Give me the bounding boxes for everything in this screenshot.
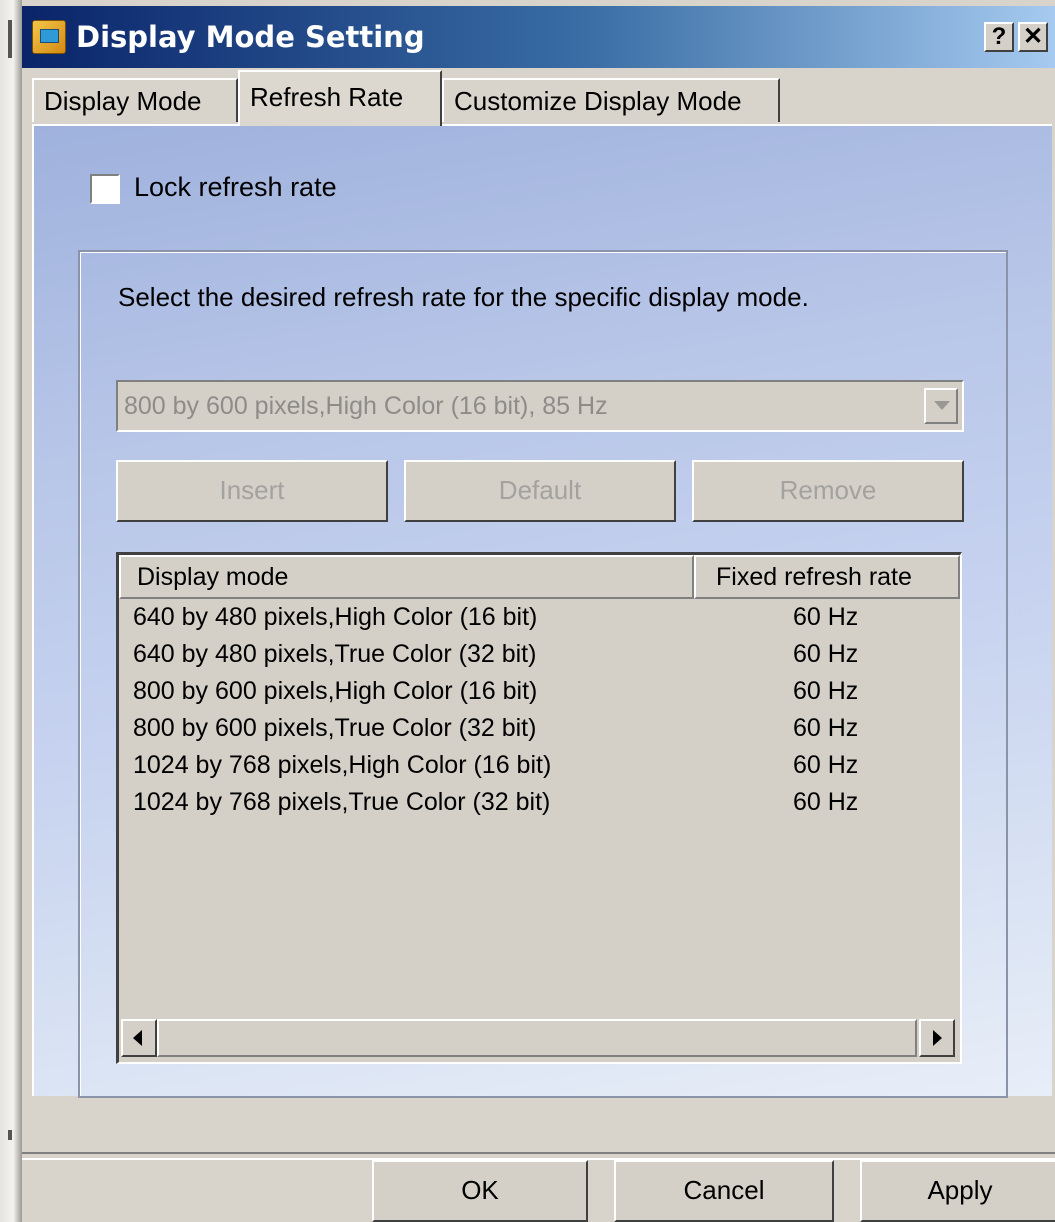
- row-refresh-rate: 60 Hz: [793, 751, 859, 779]
- tab-strip: Display Mode Refresh Rate Customize Disp…: [22, 70, 1055, 126]
- display-settings-icon: [32, 20, 66, 54]
- scroll-right-icon[interactable]: [919, 1019, 955, 1057]
- row-display-mode: 1024 by 768 pixels,True Color (32 bit): [133, 788, 551, 816]
- default-button[interactable]: Default: [404, 460, 676, 522]
- ok-button[interactable]: OK: [372, 1160, 588, 1222]
- scrollbar-thumb[interactable]: [157, 1019, 917, 1057]
- edge-mark: [8, 1130, 12, 1140]
- list-rows: 640 by 480 pixels,High Color (16 bit) 60…: [119, 599, 960, 821]
- chevron-down-icon[interactable]: [924, 388, 958, 424]
- tab-display-mode[interactable]: Display Mode: [32, 78, 238, 122]
- list-item[interactable]: 640 by 480 pixels,True Color (32 bit) 60…: [119, 636, 960, 673]
- list-item[interactable]: 1024 by 768 pixels,True Color (32 bit) 6…: [119, 784, 960, 821]
- tab-customize-display-mode[interactable]: Customize Display Mode: [442, 78, 780, 122]
- row-display-mode: 800 by 600 pixels,High Color (16 bit): [133, 677, 538, 705]
- instruction-text: Select the desired refresh rate for the …: [118, 282, 809, 312]
- insert-button[interactable]: Insert: [116, 460, 388, 522]
- help-button[interactable]: ?: [984, 22, 1014, 52]
- edge-mark: [8, 20, 12, 58]
- background-window-edge: [0, 0, 22, 1222]
- refresh-rate-group: Select the desired refresh rate for the …: [78, 250, 1008, 1098]
- list-item[interactable]: 800 by 600 pixels,High Color (16 bit) 60…: [119, 673, 960, 710]
- display-mode-list[interactable]: Display mode Fixed refresh rate 640 by 4…: [116, 552, 962, 1064]
- row-refresh-rate: 60 Hz: [793, 603, 859, 631]
- row-refresh-rate: 60 Hz: [793, 714, 859, 742]
- row-refresh-rate: 60 Hz: [793, 677, 859, 705]
- scroll-left-icon[interactable]: [121, 1019, 157, 1057]
- dropdown-selected-value: 800 by 600 pixels,High Color (16 bit), 8…: [124, 392, 608, 420]
- row-display-mode: 640 by 480 pixels,True Color (32 bit): [133, 640, 537, 668]
- display-mode-dropdown[interactable]: 800 by 600 pixels,High Color (16 bit), 8…: [116, 380, 964, 432]
- display-mode-setting-dialog: Display Mode Setting ? ✕ Display Mode Re…: [22, 0, 1055, 1222]
- remove-button[interactable]: Remove: [692, 460, 964, 522]
- row-display-mode: 1024 by 768 pixels,High Color (16 bit): [133, 751, 552, 779]
- cancel-button[interactable]: Cancel: [614, 1160, 834, 1222]
- list-item[interactable]: 640 by 480 pixels,High Color (16 bit) 60…: [119, 599, 960, 636]
- lock-refresh-rate-checkbox[interactable]: [90, 174, 120, 204]
- row-refresh-rate: 60 Hz: [793, 788, 859, 816]
- column-header-display-mode[interactable]: Display mode: [119, 555, 694, 599]
- list-item[interactable]: 800 by 600 pixels,True Color (32 bit) 60…: [119, 710, 960, 747]
- list-item[interactable]: 1024 by 768 pixels,High Color (16 bit) 6…: [119, 747, 960, 784]
- refresh-rate-panel: Lock refresh rate Select the desired ref…: [32, 124, 1052, 1098]
- row-display-mode: 800 by 600 pixels,True Color (32 bit): [133, 714, 537, 742]
- list-header: Display mode Fixed refresh rate: [119, 555, 960, 599]
- row-refresh-rate: 60 Hz: [793, 640, 859, 668]
- apply-button[interactable]: Apply: [860, 1160, 1055, 1222]
- row-display-mode: 640 by 480 pixels,High Color (16 bit): [133, 603, 538, 631]
- window-title: Display Mode Setting: [76, 20, 425, 54]
- column-header-fixed-refresh-rate[interactable]: Fixed refresh rate: [694, 555, 960, 599]
- title-bar[interactable]: Display Mode Setting ? ✕: [22, 6, 1055, 68]
- tab-refresh-rate[interactable]: Refresh Rate: [238, 70, 442, 126]
- footer-divider: [22, 1152, 1055, 1160]
- horizontal-scrollbar[interactable]: [119, 1017, 960, 1059]
- close-button[interactable]: ✕: [1018, 22, 1048, 52]
- lock-refresh-rate-label[interactable]: Lock refresh rate: [134, 172, 337, 203]
